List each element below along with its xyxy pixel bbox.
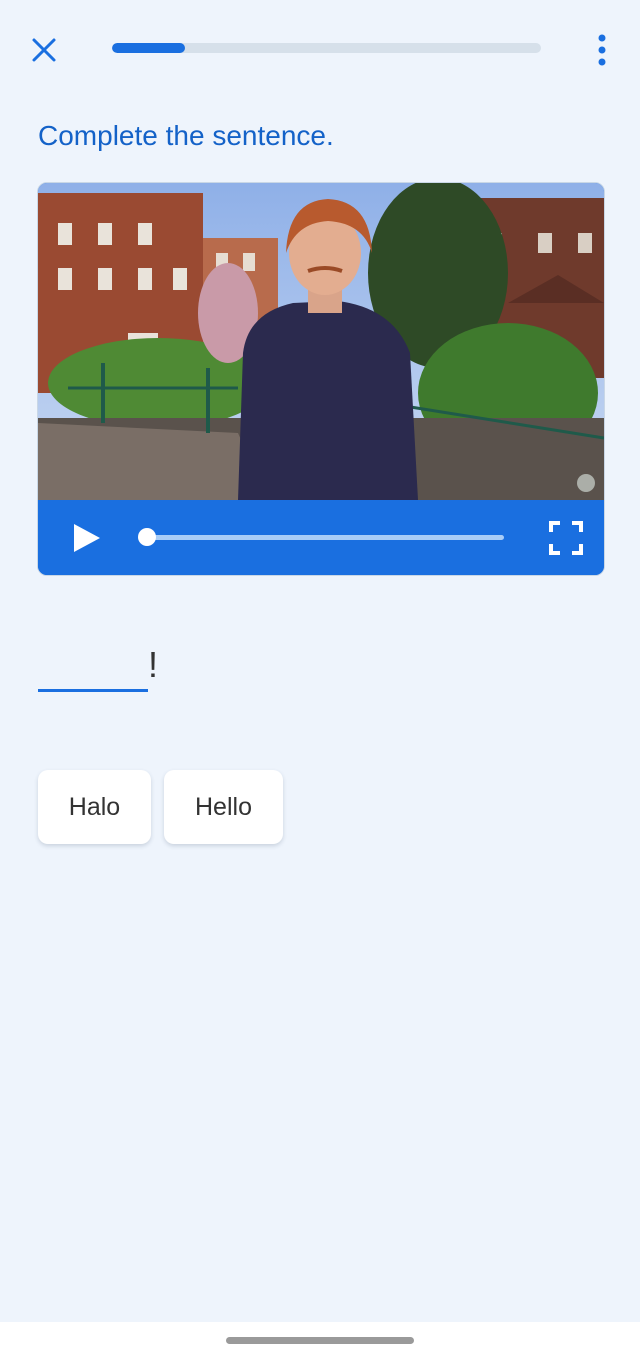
close-icon <box>32 38 56 62</box>
home-gesture-handle[interactable] <box>226 1337 414 1344</box>
lesson-progress-bar <box>112 43 541 53</box>
fullscreen-button[interactable] <box>548 520 584 556</box>
exercise-prompt: Complete the sentence. <box>38 120 334 151</box>
more-options-button[interactable] <box>586 28 618 72</box>
video-controls <box>38 500 604 575</box>
fullscreen-icon <box>549 521 583 555</box>
video-frame[interactable] <box>38 183 604 500</box>
exercise-screen: Complete the sentence. ! Halo Hello <box>0 0 640 1360</box>
play-button[interactable] <box>68 520 104 556</box>
system-nav-bar <box>0 1322 640 1360</box>
sentence-punctuation: ! <box>148 644 159 685</box>
play-icon <box>74 524 100 552</box>
video-seek-bar[interactable] <box>146 535 504 540</box>
lesson-progress-fill <box>112 43 185 53</box>
video-seek-handle[interactable] <box>138 528 156 546</box>
video-still-image <box>38 183 604 500</box>
answer-blank[interactable] <box>38 689 148 692</box>
answer-option-hello[interactable]: Hello <box>164 770 283 844</box>
answer-option-halo[interactable]: Halo <box>38 770 151 844</box>
close-button[interactable] <box>22 28 66 72</box>
more-vert-icon <box>598 34 606 66</box>
video-player <box>37 182 605 576</box>
